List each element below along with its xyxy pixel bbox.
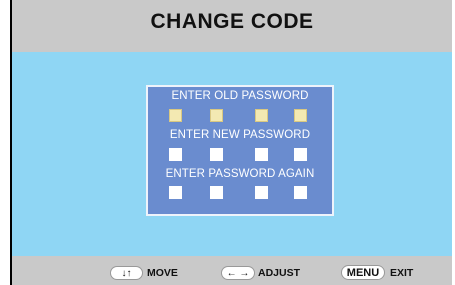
old-password-digit-3[interactable] <box>255 109 268 122</box>
old-password-digit-4[interactable] <box>294 109 307 122</box>
old-password-digit-1[interactable] <box>169 109 182 122</box>
move-key-icon: ↓↑ <box>110 266 143 280</box>
menu-key-icon: MENU <box>341 265 385 280</box>
again-password-digit-1[interactable] <box>169 186 182 199</box>
adjust-hint: ADJUST <box>258 267 301 279</box>
new-password-digit-1[interactable] <box>169 148 182 161</box>
again-password-digit-4[interactable] <box>294 186 307 199</box>
new-password-label: ENTER NEW PASSWORD <box>169 129 311 141</box>
again-password-label: ENTER PASSWORD AGAIN <box>165 168 315 180</box>
title-bar: CHANGE CODE <box>12 0 452 52</box>
old-password-digit-2[interactable] <box>210 109 223 122</box>
move-hint: MOVE <box>147 267 178 279</box>
password-panel: ENTER OLD PASSWORD ENTER NEW PASSWORD EN… <box>146 85 334 216</box>
adjust-key-icon: ← → <box>221 266 255 280</box>
new-password-digit-2[interactable] <box>210 148 223 161</box>
again-password-digit-3[interactable] <box>255 186 268 199</box>
exit-hint: EXIT <box>390 267 414 279</box>
old-password-label: ENTER OLD PASSWORD <box>171 90 309 102</box>
page-title: CHANGE CODE <box>150 10 314 33</box>
new-password-digit-4[interactable] <box>294 148 307 161</box>
new-password-digit-3[interactable] <box>255 148 268 161</box>
again-password-digit-2[interactable] <box>210 186 223 199</box>
